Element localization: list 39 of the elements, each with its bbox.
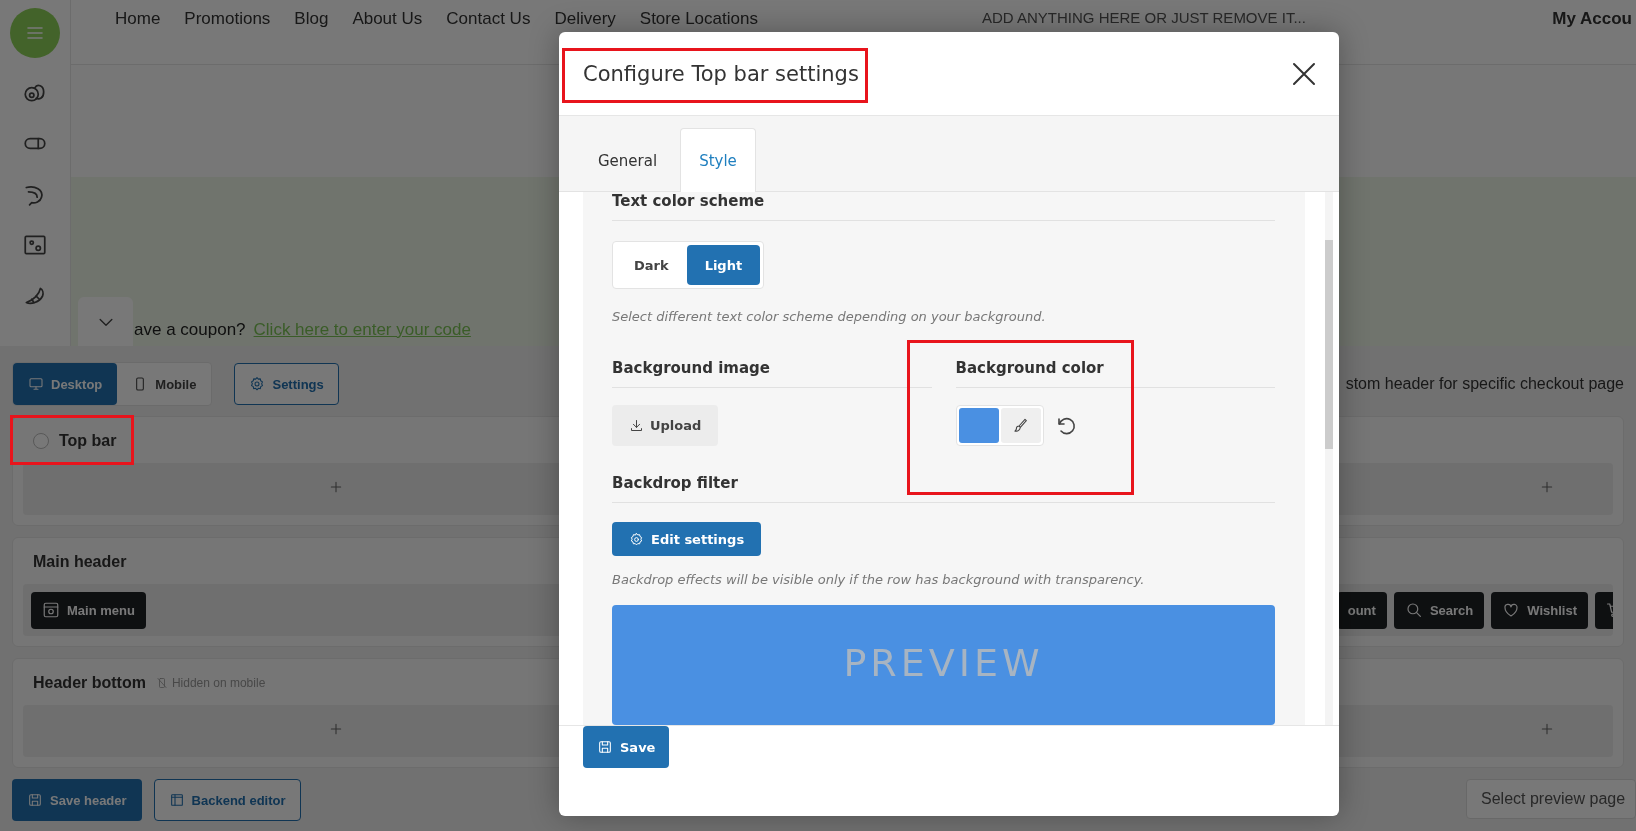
help-text: Select different text color scheme depending on your background. xyxy=(612,309,1047,324)
preview-label: PREVIEW xyxy=(843,641,1044,687)
nav-link[interactable]: Home xyxy=(115,9,161,29)
account-link[interactable]: My Accou xyxy=(1552,9,1632,29)
account-button[interactable]: ount xyxy=(1336,591,1387,629)
nav-link[interactable]: About Us xyxy=(352,9,423,29)
upload-button[interactable]: Upload xyxy=(612,405,719,446)
search-button[interactable]: Search xyxy=(1393,591,1485,629)
coupon-text: ave a coupon? Click here to enter your code xyxy=(134,320,471,341)
wishlist-button[interactable]: Wishlist xyxy=(1491,591,1588,629)
scheme-option[interactable]: Dark xyxy=(616,245,687,285)
row-title: Top bar xyxy=(59,432,117,450)
tab[interactable]: Style xyxy=(680,128,756,192)
section-heading: Text color scheme xyxy=(612,192,1275,221)
promo-text: ADD ANYTHING HERE OR JUST REMOVE IT... xyxy=(981,9,1306,26)
nav-link[interactable]: Store Locations xyxy=(639,9,758,29)
section-heading: Background image xyxy=(612,359,932,388)
nav-link[interactable]: Delivery xyxy=(554,9,616,29)
settings-button[interactable]: Settings xyxy=(234,363,339,405)
save-button[interactable]: Save xyxy=(583,726,670,768)
save-header-button[interactable]: Save header xyxy=(12,779,142,821)
section-heading: Backdrop filter xyxy=(612,474,1275,503)
edit-settings-button[interactable]: Edit settings xyxy=(612,522,762,556)
section-heading: Background color xyxy=(955,359,1275,388)
scheme-option[interactable]: Light xyxy=(686,245,761,285)
tab[interactable]: General xyxy=(579,128,677,192)
device-tab[interactable]: Desktop xyxy=(13,363,118,405)
help-text: Backdrop effects will be visible only if the row has background with transparency. xyxy=(612,572,1146,587)
backend-editor-button[interactable]: Backend editor xyxy=(153,779,301,821)
nav-link[interactable]: Blog xyxy=(294,9,329,29)
header-note: stom header for specific checkout page xyxy=(1345,375,1624,393)
preview-select[interactable]: Select preview page xyxy=(1466,779,1636,819)
nav-link[interactable]: Contact Us xyxy=(446,9,531,29)
main-menu-button[interactable]: Main menu xyxy=(31,591,146,629)
dialog-title: Configure Top bar settings xyxy=(583,61,859,86)
row-title: Main header xyxy=(33,553,127,571)
row-title: Header bottom xyxy=(33,674,146,692)
nav-link[interactable]: Promotions xyxy=(184,9,271,29)
device-tab[interactable]: Mobile xyxy=(117,363,212,405)
